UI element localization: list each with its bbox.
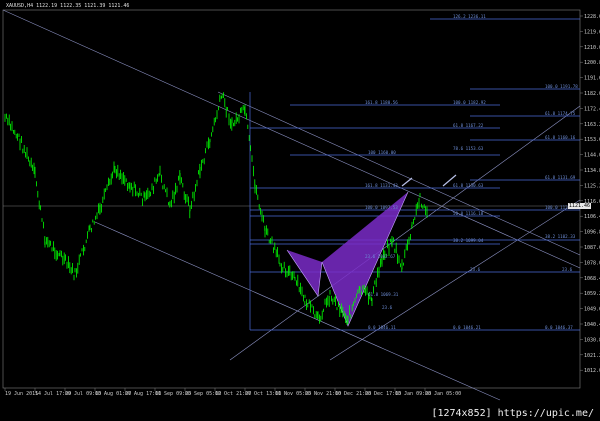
arrow-icon	[401, 177, 413, 187]
price-tick-label: 1219.65	[584, 29, 600, 35]
price-chart[interactable]: 126.2 1236.11 100.0 1191.78 161.8 1180.5…	[0, 0, 600, 421]
fib-label: 38.2 1102.33	[545, 234, 576, 239]
fib-label: 100.0 1191.78	[545, 84, 578, 89]
fib-label: 0.0 1046.21	[453, 325, 481, 330]
fib-label: 126.2 1236.11	[453, 14, 486, 19]
price-tick-label: 1059.27	[584, 291, 600, 297]
fib-label: 100 1160.00	[368, 150, 396, 155]
current-price-tag: 1121.46	[567, 203, 591, 209]
fib-label: 38.2 1099.04	[453, 238, 484, 243]
fib-label: 100.0 1182.92	[453, 100, 486, 105]
price-tick-label: 1040.48	[584, 322, 600, 328]
price-axis[interactable]: 1228.66 1219.65 1210.05 1200.85 1191.65 1182.…	[580, 14, 600, 374]
annotation-arrows	[401, 174, 457, 187]
price-tick-label: 1012.08	[584, 368, 600, 374]
price-tick-label: 1096.86	[584, 230, 600, 236]
fib-label: 61.8 1131.69	[545, 175, 576, 180]
fib-levels[interactable]	[249, 18, 580, 331]
fib-label: 23.6 1082.67	[365, 254, 396, 259]
fib-label: 0.0 1046.37	[545, 325, 573, 330]
fib-label: 61.8 1069.31	[368, 292, 399, 297]
rising-channel-lower[interactable]	[229, 105, 581, 361]
price-tick-label: 1125.26	[584, 183, 600, 189]
price-tick-label: 1172.45	[584, 106, 600, 112]
price-tick-label: 1021.28	[584, 353, 600, 359]
fib-label: 0.0 1046.11	[368, 325, 396, 330]
price-tick-label: 1106.46	[584, 214, 600, 220]
descending-line-2[interactable]	[217, 91, 581, 256]
price-tick-label: 1200.85	[584, 60, 600, 66]
price-tick-label: 1078.07	[584, 260, 600, 266]
price-tick-label: 1030.88	[584, 337, 600, 343]
fib-label: 61.8 1174.75	[545, 111, 576, 116]
price-tick-label: 1191.65	[584, 76, 600, 82]
fib-label: 23.6	[382, 305, 393, 310]
time-axis[interactable]: 19 Jun 201514 Jul 17:0029 Jul 09:0013 Au…	[4, 388, 461, 397]
chart-frame	[2, 9, 581, 389]
fib-label: 61.8 1167.22	[453, 123, 484, 128]
pattern-triangle-2[interactable]	[322, 192, 408, 326]
price-tick-label: 1210.05	[584, 45, 600, 51]
price-tick-label: 1087.67	[584, 245, 600, 251]
price-tick-label: 1228.66	[584, 14, 600, 20]
time-tick-label: 19 Jun 2015	[5, 391, 38, 397]
fib-label: 61.8 1160.16	[545, 135, 576, 140]
price-tick-label: 1134.86	[584, 168, 600, 174]
price-tick-label: 1049.67	[584, 307, 600, 313]
fib-label: 161.8 1180.56	[365, 100, 398, 105]
upper-channel-line[interactable]	[2, 9, 581, 269]
price-tick-label: 1068.47	[584, 276, 600, 282]
price-tick-label: 1153.66	[584, 137, 600, 143]
price-tick-label: 1144.06	[584, 153, 600, 159]
fib-label: 61.8 1130.63	[453, 183, 484, 188]
fib-label: 50.0 1116.18	[453, 211, 484, 216]
price-tick-label: 1163.26	[584, 122, 600, 128]
price-tick-label: 1182.05	[584, 91, 600, 97]
fib-label: 23.6	[470, 267, 481, 272]
fib-label: 78.6 1153.63	[453, 146, 484, 151]
fib-label: 23.6	[562, 267, 573, 272]
time-tick-label: 28 Jan 05:00	[425, 391, 461, 397]
trend-lines[interactable]	[2, 9, 581, 401]
watermark-text: [1274x852] https://upic.me/	[429, 408, 596, 419]
fib-label: 161.8 1131.43	[365, 183, 398, 188]
fib-labels: 126.2 1236.11 100.0 1191.78 161.8 1180.5…	[365, 14, 578, 330]
fib-label: 100.0 1097.53	[365, 205, 398, 210]
